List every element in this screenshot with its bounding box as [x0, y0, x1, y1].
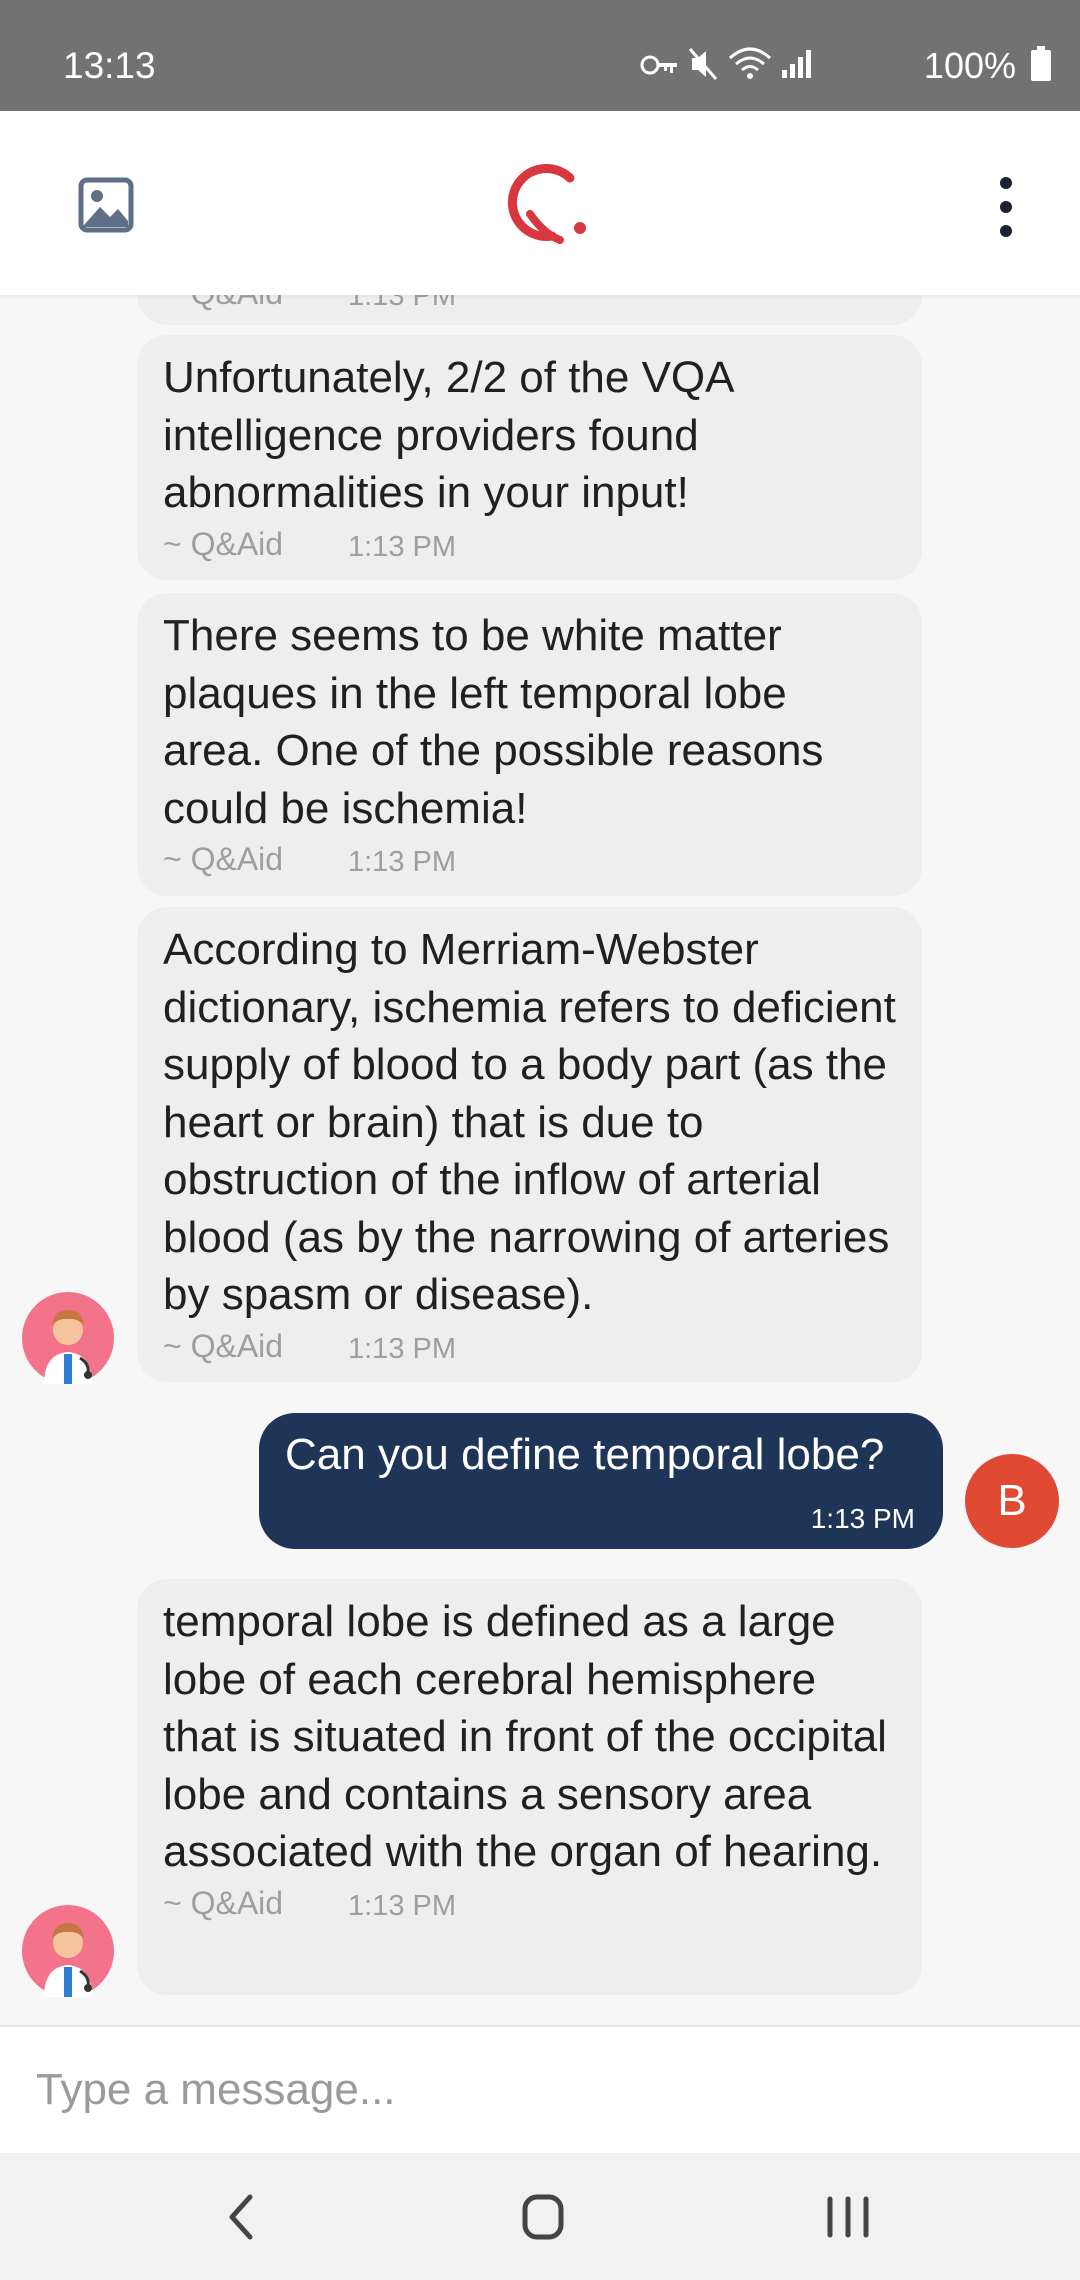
back-icon[interactable] — [202, 2185, 282, 2249]
bot-message: There seems to be white matter plaques i… — [137, 593, 922, 896]
user-avatar[interactable]: B — [965, 1454, 1059, 1548]
message-text: temporal lobe is defined as a large lobe… — [163, 1597, 887, 1876]
message-meta: ~ Q&Aid 1:13 PM — [163, 1328, 896, 1374]
wifi-icon — [728, 47, 772, 79]
message-time: 1:13 PM — [348, 295, 456, 312]
q-and-aid-logo — [507, 164, 586, 244]
message-text: According to Merriam-Webster dictionary,… — [163, 925, 896, 1319]
status-bar: 13:13 100% — [0, 0, 1080, 111]
message-time: 1:13 PM — [348, 846, 456, 878]
doctor-avatar-icon — [22, 1292, 114, 1384]
message-meta: ~ Q&Aid 1:13 PM — [163, 1885, 896, 1931]
battery-icon — [1031, 46, 1051, 81]
message-composer — [0, 2025, 1080, 2155]
message-meta: ~ Q&Aid 1:13 PM — [163, 526, 896, 572]
message-author: ~ Q&Aid — [163, 1327, 284, 1364]
message-author: ~ Q&Aid — [163, 841, 284, 877]
bot-message: temporal lobe is defined as a large lobe… — [137, 1579, 922, 1995]
doctor-avatar-icon — [22, 1905, 114, 1997]
message-text: There seems to be white matter plaques i… — [163, 611, 824, 833]
image-icon[interactable] — [78, 177, 134, 233]
status-time: 13:13 — [63, 45, 156, 86]
signal-icon — [782, 50, 811, 78]
status-icons: 100% — [640, 40, 1080, 90]
bot-message: ~ Q&Aid 1:13 PM — [137, 295, 922, 325]
more-vert-icon[interactable] — [980, 175, 1032, 239]
message-meta: ~ Q&Aid 1:13 PM — [163, 841, 896, 887]
system-nav-bar — [0, 2153, 1080, 2280]
message-author: ~ Q&Aid — [163, 1884, 284, 1921]
message-author: ~ Q&Aid — [163, 525, 284, 562]
message-time: 1:13 PM — [810, 1503, 915, 1534]
user-message: Can you define temporal lobe? 1:13 PM — [259, 1413, 943, 1549]
message-text: Can you define temporal lobe? — [285, 1430, 885, 1479]
home-icon[interactable] — [503, 2185, 583, 2249]
key-icon — [640, 55, 677, 75]
message-input[interactable] — [34, 2049, 1048, 2131]
app-bar — [0, 111, 1080, 295]
bot-message: Unfortunately, 2/2 of the VQA intelligen… — [137, 335, 922, 580]
chat-scroll-area[interactable]: ~ Q&Aid 1:13 PM Unfortunately, 2/2 of th… — [0, 295, 1080, 2025]
recents-icon[interactable] — [808, 2185, 888, 2249]
message-meta: ~ Q&Aid 1:13 PM — [163, 295, 563, 321]
bot-message: According to Merriam-Webster dictionary,… — [137, 907, 922, 1382]
mute-icon — [688, 48, 718, 80]
message-time: 1:13 PM — [348, 1889, 456, 1922]
message-time: 1:13 PM — [348, 1332, 456, 1365]
battery-percent: 100% — [923, 45, 1016, 86]
message-author: ~ Q&Aid — [163, 295, 283, 312]
message-text: Unfortunately, 2/2 of the VQA intelligen… — [163, 353, 733, 517]
message-time: 1:13 PM — [348, 530, 456, 563]
